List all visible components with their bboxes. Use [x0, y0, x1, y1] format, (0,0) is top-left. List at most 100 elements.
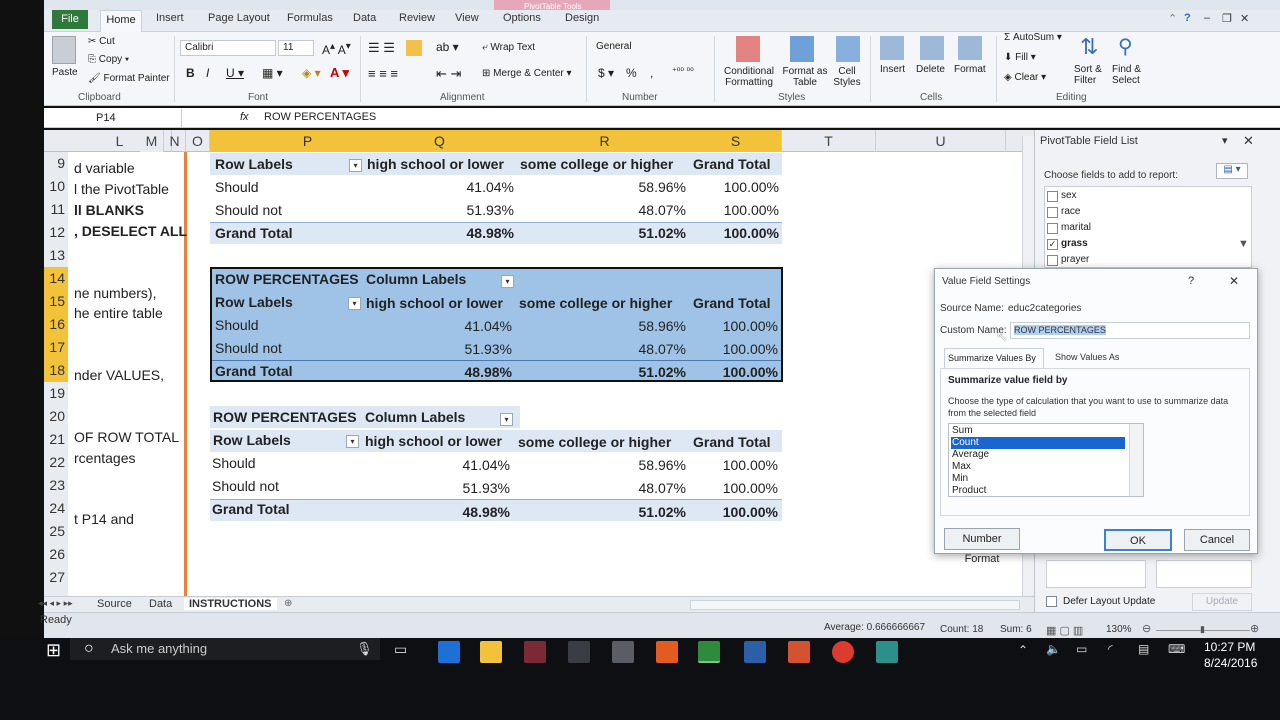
format-as-table-icon[interactable] [790, 36, 814, 62]
row-header[interactable]: 21 [44, 428, 68, 451]
pivot2-row-label[interactable]: Should [215, 317, 259, 333]
horizontal-scrollbar[interactable] [690, 600, 1020, 610]
task-view-icon[interactable]: ▭ [394, 641, 407, 658]
copy-button[interactable]: ⎘ Copy ▾ [88, 54, 129, 65]
pivot2-value[interactable]: 51.02% [586, 364, 686, 380]
minimize-ribbon-icon[interactable]: ⌃ [1168, 12, 1177, 25]
note-text[interactable]: l the PivotTable [74, 181, 169, 197]
pivot2-title[interactable]: ROW PERCENTAGES [215, 271, 359, 287]
row-header[interactable]: 20 [44, 405, 68, 428]
field-checkbox[interactable] [1047, 223, 1058, 234]
sort-filter-button[interactable]: Sort & Filter [1074, 64, 1114, 86]
custom-name-text[interactable]: ROW PERCENTAGES [1014, 325, 1106, 335]
list-item-count-selected[interactable]: Count [951, 437, 1125, 449]
row-header[interactable]: 13 [44, 244, 68, 267]
app-red-icon[interactable] [524, 641, 546, 663]
note-text[interactable]: , DESELECT ALL [74, 223, 187, 239]
window-close-icon[interactable]: ✕ [1240, 12, 1249, 25]
tab-options[interactable]: Options [503, 12, 541, 24]
dialog-close-icon[interactable]: ✕ [1229, 274, 1239, 288]
file-explorer-icon[interactable] [480, 641, 502, 663]
tab-review[interactable]: Review [399, 12, 435, 24]
row-header[interactable]: 17 [44, 336, 68, 359]
pane-close-icon[interactable]: ✕ [1243, 133, 1254, 149]
pane-options-icon[interactable]: ▾ [1222, 134, 1228, 147]
store-icon[interactable] [568, 641, 590, 663]
office-icon[interactable] [656, 641, 678, 663]
row-header[interactable]: 16 [44, 313, 68, 336]
find-select-button[interactable]: Find & Select [1112, 64, 1152, 86]
note-text[interactable]: OF ROW TOTAL [74, 429, 179, 445]
increase-decimal-icon[interactable]: ⁺⁰⁰ ⁰⁰ [672, 66, 694, 77]
pivot2-value[interactable]: 100.00% [678, 341, 778, 357]
pivot2-column-labels[interactable]: Column Labels [366, 271, 466, 287]
zoom-slider-thumb-icon[interactable]: ▮ [1200, 624, 1205, 635]
field-name[interactable]: marital [1061, 222, 1091, 233]
column-header-u[interactable]: U [876, 130, 1006, 152]
calculator-icon[interactable] [612, 641, 634, 663]
note-text[interactable]: nder VALUES, [74, 367, 164, 383]
field-checkbox[interactable] [1047, 191, 1058, 202]
italic-icon[interactable]: I [206, 66, 209, 80]
field-checkbox[interactable] [1047, 255, 1058, 266]
column-header-r[interactable]: R [518, 130, 692, 152]
cell-styles-button[interactable]: Cell Styles [830, 66, 864, 88]
format-cells-icon[interactable] [958, 36, 982, 60]
pivot1-value[interactable]: 48.07% [586, 202, 686, 218]
pivot2-header-college[interactable]: some college or higher [519, 295, 672, 311]
pivot1-value[interactable]: 41.04% [414, 179, 514, 195]
list-item-max[interactable]: Max [951, 461, 1125, 473]
pivot3-grand-total-label[interactable]: Grand Total [212, 501, 290, 517]
cell-styles-icon[interactable] [836, 36, 860, 62]
field-name[interactable]: prayer [1061, 254, 1089, 265]
tab-home[interactable]: Home [100, 10, 142, 32]
merge-center-button[interactable]: ⊞ Merge & Center ▾ [482, 68, 572, 79]
sheet-tab-source[interactable]: Source [92, 598, 137, 610]
field-name[interactable]: race [1061, 206, 1080, 217]
underline-icon[interactable]: U ▾ [226, 66, 244, 80]
clock-time[interactable]: 10:27 PM [1204, 640, 1255, 654]
field-layout-icon[interactable]: ▤ ▾ [1216, 163, 1248, 179]
pivot2-header-total[interactable]: Grand Total [693, 295, 771, 311]
window-minimize-icon[interactable]: – [1204, 12, 1210, 24]
filter-dropdown-icon[interactable]: ▾ [501, 275, 514, 288]
row-header[interactable]: 23 [44, 474, 68, 497]
cut-button[interactable]: ✂ Cut [88, 36, 115, 47]
delete-cells-icon[interactable] [920, 36, 944, 60]
filter-dropdown-icon[interactable]: ▾ [349, 159, 362, 172]
listbox-scrollbar[interactable] [1129, 424, 1143, 496]
note-text[interactable]: he entire table [74, 305, 163, 321]
filter-dropdown-icon[interactable]: ▾ [346, 435, 359, 448]
conditional-formatting-button[interactable]: Conditional Formatting [720, 66, 778, 88]
row-header[interactable]: 12 [44, 221, 68, 244]
tab-data[interactable]: Data [353, 12, 376, 24]
row-header[interactable]: 22 [44, 451, 68, 474]
battery-icon[interactable]: ▭ [1076, 642, 1087, 656]
pivot2-value[interactable]: 48.98% [412, 364, 512, 380]
pivot3-value[interactable]: 51.02% [586, 504, 686, 520]
pivot1-value[interactable]: 51.02% [586, 225, 686, 241]
align-top-icon[interactable]: ☰ ☰ [368, 40, 395, 56]
start-windows-icon[interactable]: ⊞ [46, 640, 61, 661]
sheet-nav-arrows-icon[interactable]: ◂◂ ◂ ▸ ▸▸ [38, 598, 73, 609]
pivot3-value[interactable]: 41.04% [410, 457, 510, 473]
indent-icon[interactable]: ⇤ ⇥ [436, 66, 461, 82]
column-header-q[interactable]: Q [360, 130, 520, 152]
column-header-s[interactable]: S [690, 130, 782, 152]
ok-button[interactable]: OK [1104, 529, 1172, 551]
insert-button[interactable]: Insert [880, 64, 905, 75]
column-header-m[interactable]: M [140, 130, 164, 152]
pivot3-row-label[interactable]: Should [212, 455, 256, 471]
row-header[interactable]: 24 [44, 497, 68, 520]
sheet-tab-instructions[interactable]: INSTRUCTIONS [184, 598, 277, 610]
delete-button[interactable]: Delete [916, 64, 945, 75]
field-name[interactable]: sex [1061, 190, 1077, 201]
align-bottom-icon[interactable] [406, 40, 422, 56]
wifi-icon[interactable]: ◜ [1108, 642, 1113, 656]
pivot2-row-label[interactable]: Should not [215, 340, 282, 356]
pivot1-header-total[interactable]: Grand Total [693, 156, 771, 172]
pivot2-value[interactable]: 51.93% [412, 341, 512, 357]
row-header[interactable]: 19 [44, 382, 68, 405]
pivot3-value[interactable]: 100.00% [678, 480, 778, 496]
excel-icon[interactable] [698, 641, 720, 663]
